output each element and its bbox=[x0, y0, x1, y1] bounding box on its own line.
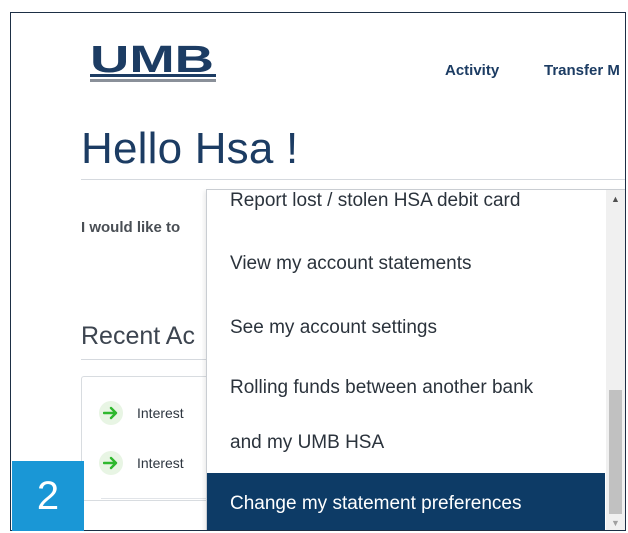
recent-activity-title: Recent Ac bbox=[81, 322, 195, 350]
action-prompt-label: I would like to bbox=[81, 219, 181, 236]
step-number-badge: 2 bbox=[12, 461, 84, 531]
dropdown-scrollbar[interactable]: ▲ ▼ bbox=[606, 190, 625, 530]
umb-logo[interactable]: UMB bbox=[88, 34, 223, 84]
nav-activity[interactable]: Activity bbox=[445, 62, 499, 79]
list-item-label: Interest bbox=[137, 455, 184, 471]
scroll-thumb[interactable] bbox=[609, 390, 622, 514]
app-window: UMB Activity Transfer M Hello Hsa ! I wo… bbox=[10, 12, 626, 531]
dropdown-option-account-settings[interactable]: See my account settings bbox=[207, 311, 605, 345]
dropdown-option-report-lost-card[interactable]: Report lost / stolen HSA debit card bbox=[207, 190, 605, 218]
scroll-up-arrow-icon[interactable]: ▲ bbox=[606, 190, 625, 207]
dropdown-option-view-statements[interactable]: View my account statements bbox=[207, 247, 605, 281]
dropdown-option-statement-preferences[interactable]: Change my statement preferences bbox=[207, 473, 605, 530]
list-item[interactable]: Interest bbox=[99, 401, 184, 425]
dropdown-option-rolling-funds[interactable]: Rolling funds between another bank bbox=[207, 371, 605, 405]
page-greeting: Hello Hsa ! bbox=[81, 124, 299, 173]
scroll-down-arrow-icon[interactable]: ▼ bbox=[606, 514, 625, 530]
action-dropdown-list[interactable]: Report lost / stolen HSA debit card View… bbox=[206, 189, 625, 530]
dropdown-option-rolling-funds-cont[interactable]: and my UMB HSA bbox=[207, 426, 605, 460]
list-item[interactable]: Interest bbox=[99, 451, 184, 475]
list-item-label: Interest bbox=[137, 405, 184, 421]
nav-transfer[interactable]: Transfer M bbox=[544, 62, 620, 79]
arrow-right-icon bbox=[99, 401, 123, 425]
divider bbox=[81, 179, 625, 180]
arrow-right-icon bbox=[99, 451, 123, 475]
